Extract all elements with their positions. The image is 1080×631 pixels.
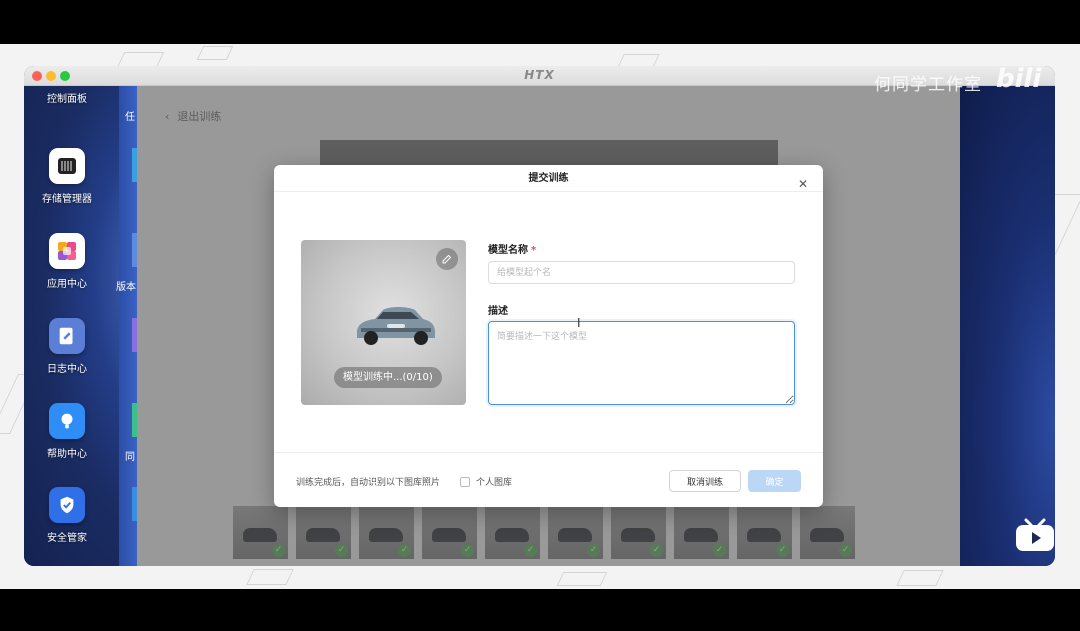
desktop-right [960, 86, 1055, 566]
app-label: 控制面板 [47, 94, 87, 105]
close-icon[interactable]: ✕ [798, 171, 808, 198]
edit-photo-button[interactable] [436, 248, 458, 270]
car-image [357, 307, 435, 345]
description-textarea[interactable] [488, 321, 795, 405]
pencil-icon [442, 254, 452, 264]
desktop-app-storage-manager[interactable]: 存储管理器 [24, 148, 110, 205]
text-cursor-icon: I [577, 316, 581, 330]
model-cover-photo: 模型训练中...(0/10) [301, 240, 466, 405]
close-window-button[interactable] [32, 71, 42, 81]
auto-recognize-text: 训练完成后，自动识别以下图库照片 [296, 478, 441, 488]
clipped-app-label: 任 [125, 112, 135, 123]
dialog-header: 提交训练 ✕ [274, 165, 823, 192]
clipped-app-label: 版本 [116, 282, 136, 293]
decor-shape [196, 46, 234, 60]
decor-shape [246, 569, 294, 585]
decor-shape [556, 572, 608, 586]
submit-training-dialog: 提交训练 ✕ 模型训练中...(0/10) 模型名称* 描述 I [274, 165, 823, 507]
desktop-app-control-panel[interactable]: 控制面板 [24, 86, 110, 105]
desktop-app-log-center[interactable]: 日志中心 [24, 318, 110, 375]
bilibili-logo: bili [996, 64, 1042, 94]
app-label: 存储管理器 [42, 194, 92, 205]
app-label: 安全管家 [47, 533, 87, 544]
dialog-footer: 训练完成后，自动识别以下图库照片 个人图库 取消训练 确定 [274, 452, 823, 507]
personal-library-checkbox[interactable]: 个人图库 [460, 475, 512, 488]
model-name-label-text: 模型名称 [488, 245, 528, 256]
dialog-title: 提交训练 [528, 173, 569, 184]
required-asterisk: * [531, 245, 537, 256]
checkbox-box[interactable] [460, 476, 470, 487]
app-center-icon [49, 233, 85, 269]
security-icon [49, 487, 85, 523]
minimize-window-button[interactable] [46, 71, 56, 81]
model-name-label: 模型名称 * [488, 241, 536, 256]
app-label: 帮助中心 [47, 449, 87, 460]
desktop-app-app-center[interactable]: 应用中心 [24, 233, 110, 290]
clipped-app-label: 同 [125, 452, 135, 463]
storage-manager-icon [49, 148, 85, 184]
model-name-input[interactable] [488, 261, 795, 284]
help-center-icon [49, 403, 85, 439]
app-label: 日志中心 [47, 364, 87, 375]
description-label: 描述 [488, 306, 508, 317]
confirm-button[interactable]: 确定 [748, 470, 801, 492]
video-frame: HTX 控制面板 存储管理器 应用中心 日志中心 帮助中心 安全管家 任 版本 … [0, 0, 1080, 631]
bilibili-tv-icon [1016, 518, 1054, 551]
desktop-app-help-center[interactable]: 帮助中心 [24, 403, 110, 460]
cancel-training-button[interactable]: 取消训练 [669, 470, 741, 492]
channel-watermark: 何同学工作室 [874, 75, 982, 95]
maximize-window-button[interactable] [60, 71, 70, 81]
decor-shape [896, 570, 944, 586]
app-label: 应用中心 [47, 279, 87, 290]
htx-logo: HTX [524, 68, 555, 82]
desktop-app-security[interactable]: 安全管家 [24, 487, 110, 544]
training-progress-badge: 模型训练中...(0/10) [334, 367, 442, 388]
log-center-icon [49, 318, 85, 354]
personal-library-label: 个人图库 [476, 478, 513, 488]
